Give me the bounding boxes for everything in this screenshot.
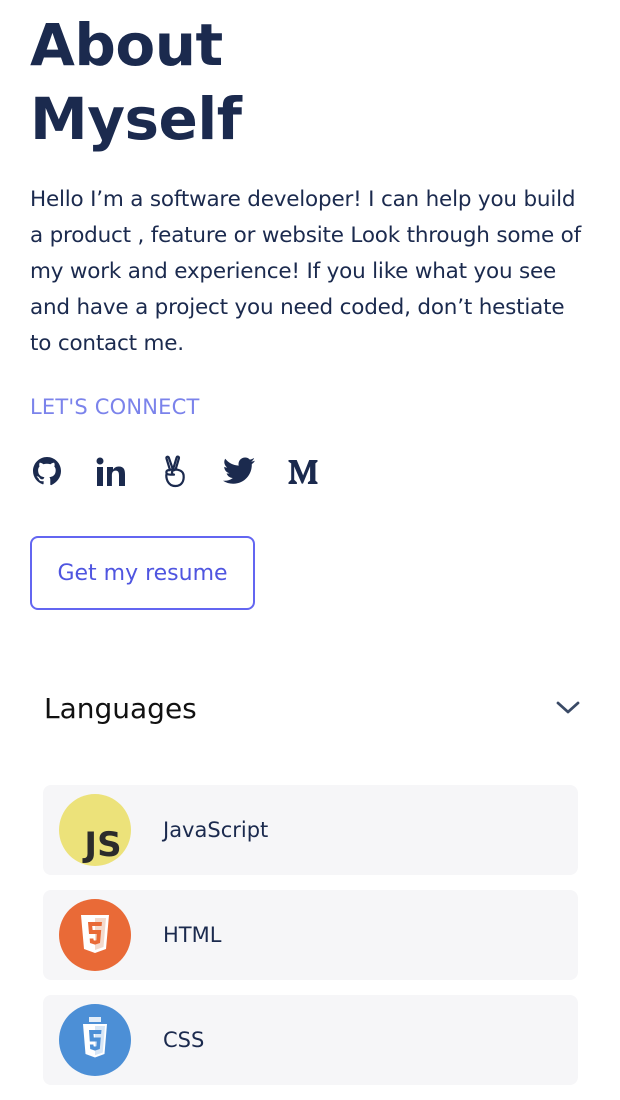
css3-logo <box>59 1004 131 1076</box>
language-name: HTML <box>163 923 222 947</box>
page-title: About Myself <box>30 0 590 156</box>
social-links <box>30 452 590 492</box>
title-line-1: About <box>30 11 223 79</box>
angellist-link[interactable] <box>158 454 192 490</box>
medium-icon <box>288 460 318 484</box>
linkedin-link[interactable] <box>94 454 128 490</box>
languages-accordion-header[interactable]: Languages <box>44 684 580 732</box>
chevron-down-icon[interactable] <box>556 701 580 715</box>
github-link[interactable] <box>30 454 64 490</box>
linkedin-icon <box>96 457 125 486</box>
languages-heading: Languages <box>44 691 197 725</box>
about-section: About Myself Hello I’m a software develo… <box>30 0 590 610</box>
get-resume-button[interactable]: Get my resume <box>30 536 255 610</box>
connect-label: LET'S CONNECT <box>30 395 200 419</box>
language-item-css: CSS <box>43 995 578 1085</box>
angellist-icon <box>165 455 185 488</box>
language-item-javascript: JS JavaScript <box>43 785 578 875</box>
title-line-2: Myself <box>30 85 242 153</box>
medium-link[interactable] <box>286 454 320 490</box>
languages-list: JS JavaScript HTML CSS <box>43 785 578 1100</box>
language-name: CSS <box>163 1028 205 1052</box>
javascript-logo: JS <box>59 794 131 866</box>
html5-logo <box>59 899 131 971</box>
language-name: JavaScript <box>163 818 269 842</box>
intro-text: Hello I’m a software developer! I can he… <box>30 187 582 356</box>
twitter-link[interactable] <box>222 454 256 490</box>
language-item-html: HTML <box>43 890 578 980</box>
svg-text:JS: JS <box>82 825 121 865</box>
github-icon <box>33 457 61 486</box>
twitter-icon <box>223 457 255 484</box>
